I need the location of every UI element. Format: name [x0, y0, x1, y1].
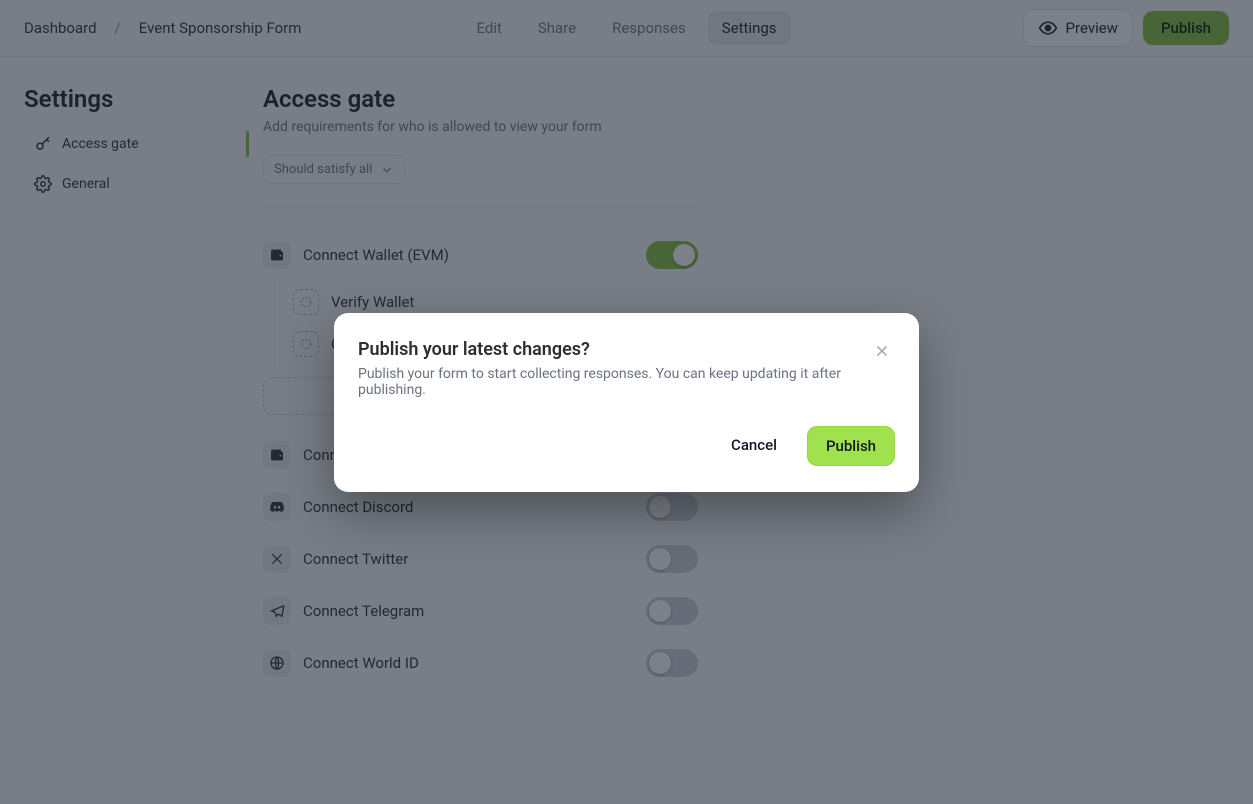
modal-overlay[interactable]: Publish your latest changes? Publish you…: [0, 0, 1253, 804]
modal-actions: Cancel Publish: [358, 426, 895, 466]
modal-title: Publish your latest changes?: [358, 339, 869, 360]
modal-publish-button[interactable]: Publish: [807, 426, 895, 466]
publish-modal: Publish your latest changes? Publish you…: [334, 313, 919, 492]
close-icon[interactable]: [869, 337, 895, 365]
cancel-button[interactable]: Cancel: [713, 426, 795, 466]
modal-subtitle: Publish your form to start collecting re…: [358, 366, 869, 398]
